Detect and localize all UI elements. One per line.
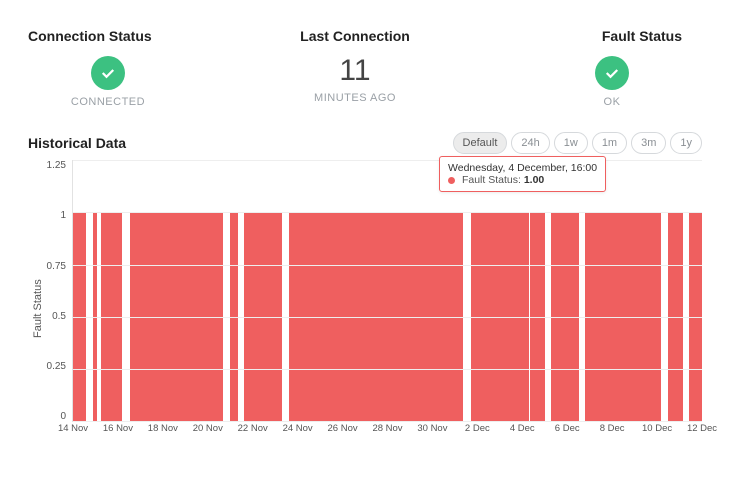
- y-tick: 0: [44, 411, 66, 422]
- historical-title: Historical Data: [28, 135, 126, 151]
- fault-status-sub: OK: [604, 96, 621, 108]
- tooltip-cursor-line: [529, 160, 530, 421]
- x-tick: 10 Dec: [642, 423, 672, 434]
- x-axis: 14 Nov16 Nov18 Nov20 Nov22 Nov24 Nov26 N…: [73, 421, 702, 439]
- historical-chart[interactable]: Fault Status 1.25 1 0.75 0.5 0.25 0 Wednesday…: [28, 160, 702, 440]
- connection-status-sub: CONNECTED: [71, 96, 145, 108]
- fault-status-title: Fault Status: [464, 28, 682, 44]
- last-connection-title: Last Connection: [246, 28, 464, 44]
- grid-line: [73, 265, 702, 266]
- x-tick: 4 Dec: [510, 423, 535, 434]
- y-tick: 1.25: [44, 160, 66, 171]
- x-tick: 24 Nov: [283, 423, 313, 434]
- range-toggle-group: Default24h1w1m3m1y: [453, 132, 702, 154]
- range-button-1y[interactable]: 1y: [670, 132, 702, 154]
- range-button-3m[interactable]: 3m: [631, 132, 666, 154]
- range-button-24h[interactable]: 24h: [511, 132, 549, 154]
- x-tick: 30 Nov: [417, 423, 447, 434]
- tooltip-series-label: Fault Status:: [462, 174, 521, 186]
- x-tick: 14 Nov: [58, 423, 88, 434]
- y-axis: 1.25 1 0.75 0.5 0.25 0: [44, 160, 72, 440]
- historical-header: Historical Data Default24h1w1m3m1y: [28, 132, 702, 154]
- grid-line: [73, 421, 702, 422]
- connection-status-card: Connection Status CONNECTED: [28, 28, 246, 108]
- plot-area[interactable]: Wednesday, 4 December, 16:00 Fault Statu…: [72, 160, 702, 422]
- y-tick: 0.25: [44, 361, 66, 372]
- range-button-default[interactable]: Default: [453, 132, 508, 154]
- last-connection-sub: MINUTES AGO: [314, 92, 396, 104]
- connection-status-title: Connection Status: [28, 28, 246, 44]
- last-connection-value: 11: [339, 56, 370, 86]
- tooltip-date: Wednesday, 4 December, 16:00: [448, 162, 597, 174]
- tooltip-dot-icon: [448, 177, 455, 184]
- x-tick: 26 Nov: [328, 423, 358, 434]
- y-tick: 0.75: [44, 261, 66, 272]
- grid-line: [73, 369, 702, 370]
- status-row: Connection Status CONNECTED Last Connect…: [28, 28, 702, 108]
- y-tick: 1: [44, 210, 66, 221]
- x-tick: 16 Nov: [103, 423, 133, 434]
- y-tick: 0.5: [44, 311, 66, 322]
- x-tick: 2 Dec: [465, 423, 490, 434]
- range-button-1w[interactable]: 1w: [554, 132, 588, 154]
- x-tick: 22 Nov: [238, 423, 268, 434]
- x-tick: 18 Nov: [148, 423, 178, 434]
- grid-line: [73, 160, 702, 161]
- tooltip-value: 1.00: [524, 174, 544, 186]
- x-tick: 8 Dec: [600, 423, 625, 434]
- fault-status-card: Fault Status OK: [464, 28, 702, 108]
- grid-line: [73, 212, 702, 213]
- x-tick: 6 Dec: [555, 423, 580, 434]
- tooltip: Wednesday, 4 December, 16:00 Fault Statu…: [439, 156, 606, 192]
- last-connection-card: Last Connection 11 MINUTES AGO: [246, 28, 464, 108]
- x-tick: 20 Nov: [193, 423, 223, 434]
- check-icon: [595, 56, 629, 90]
- x-tick: 28 Nov: [372, 423, 402, 434]
- range-button-1m[interactable]: 1m: [592, 132, 627, 154]
- x-tick: 12 Dec: [687, 423, 717, 434]
- check-icon: [91, 56, 125, 90]
- y-axis-label: Fault Status: [28, 160, 44, 440]
- grid-line: [73, 317, 702, 318]
